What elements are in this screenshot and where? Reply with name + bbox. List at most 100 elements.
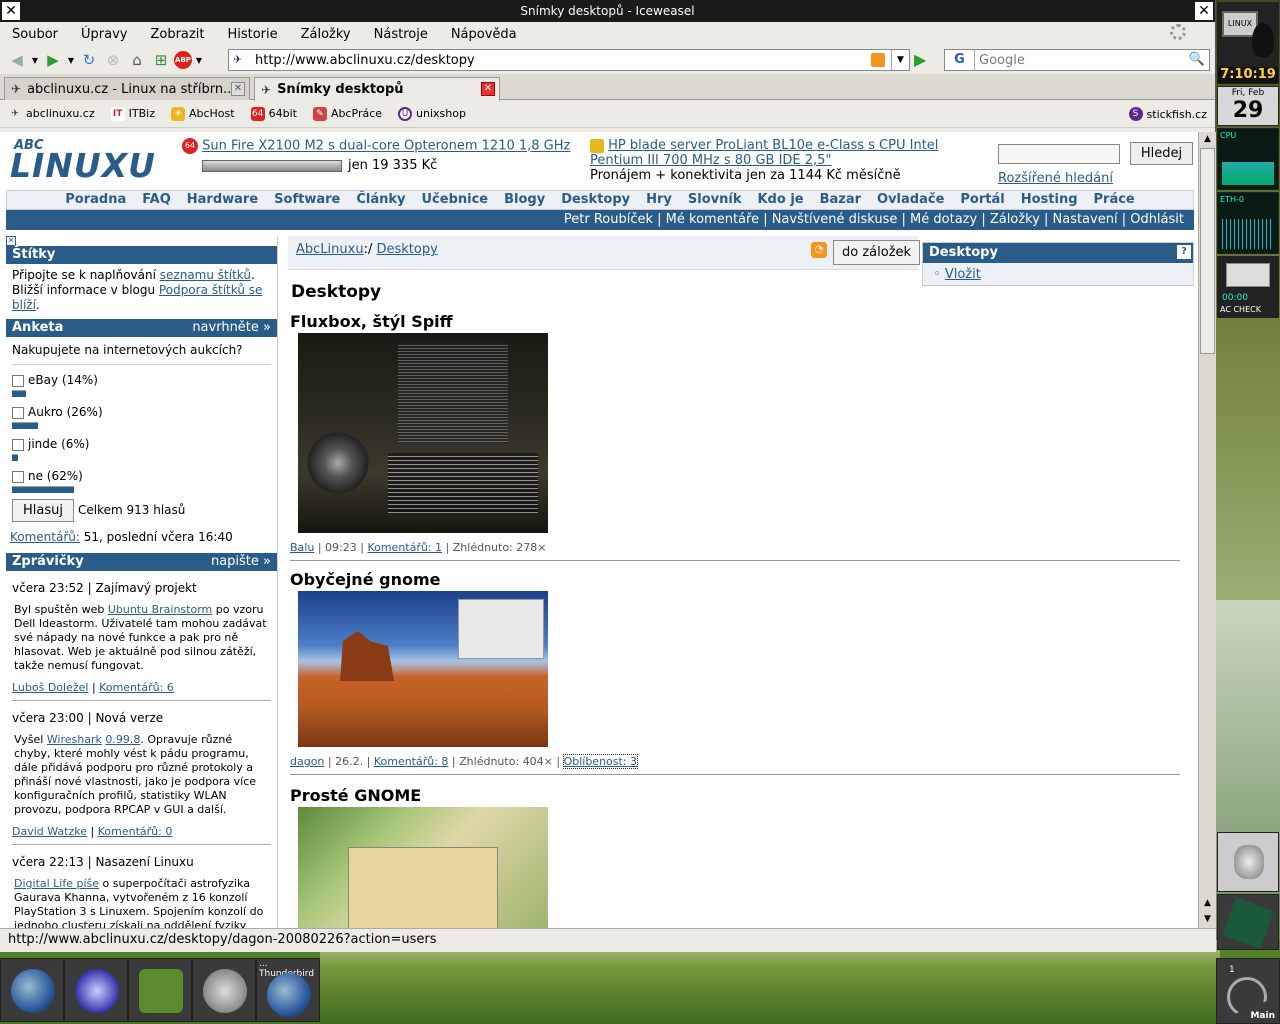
menu-upravy[interactable]: Úpravy — [81, 27, 127, 42]
nav-prace[interactable]: Práce — [1094, 191, 1135, 209]
calendar-dockapp[interactable]: Fri, Feb 29 — [1217, 86, 1279, 126]
add-bookmark-button[interactable]: do záložek — [833, 240, 921, 265]
poll-suggest-link[interactable]: navrhněte » — [192, 319, 271, 337]
rss-icon[interactable]: ◔ — [811, 242, 827, 258]
adblock-icon[interactable]: ABP — [174, 51, 192, 69]
gimp-launcher[interactable] — [128, 958, 192, 1022]
menu-zobrazit[interactable]: Zobrazit — [150, 27, 204, 42]
breadcrumb-current[interactable]: Desktopy — [376, 242, 437, 257]
scroll-up-icon[interactable]: ▲ — [1200, 896, 1215, 911]
tool-dockapp[interactable] — [1217, 894, 1279, 950]
news-link-version[interactable]: 0.99.8 — [105, 733, 140, 746]
nav-desktopy[interactable]: Desktopy — [561, 191, 630, 209]
advanced-search-link[interactable]: Rozšířené hledání — [998, 171, 1113, 186]
menu-napoveda[interactable]: Nápověda — [451, 27, 517, 42]
menu-zalozky[interactable]: Záložky — [301, 27, 351, 42]
nav-faq[interactable]: FAQ — [142, 191, 171, 209]
menu-nastroje[interactable]: Nástroje — [374, 27, 428, 42]
linux-dockapp[interactable]: LINUX — [1217, 2, 1279, 66]
news-author-link[interactable]: Luboš Doležel — [12, 681, 88, 694]
window-close-icon[interactable]: ✕ — [1195, 2, 1213, 20]
news-author-link[interactable]: David Watzke — [12, 825, 87, 838]
go-icon[interactable]: ▶ — [914, 50, 926, 69]
shot-thumbnail[interactable] — [298, 333, 548, 533]
search-engine-icon[interactable]: G — [945, 50, 975, 70]
shot-popularity-link[interactable]: Oblíbenost: 3 — [562, 754, 639, 769]
scrollbar-thumb[interactable] — [1200, 148, 1215, 354]
nav-poradna[interactable]: Poradna — [65, 191, 126, 209]
help-icon[interactable]: ? — [1177, 245, 1191, 259]
site-search-input[interactable] — [998, 143, 1120, 164]
back-history-icon[interactable]: ▼ — [30, 50, 40, 70]
vote-button[interactable]: Hlasuj — [12, 499, 74, 522]
bookmark-unixshop[interactable]: Uunixshop — [398, 106, 466, 121]
tab-snimky-desktopu[interactable]: ✈ Snímky desktopů ✕ — [254, 77, 500, 101]
poll-checkbox[interactable] — [12, 470, 24, 483]
nav-blogy[interactable]: Blogy — [504, 191, 545, 209]
poll-comments-link[interactable]: Komentářů: — [10, 530, 80, 544]
tags-list-link[interactable]: seznamu štítků — [160, 268, 251, 282]
bookmark-64bit[interactable]: 64 64bit — [250, 106, 297, 121]
shot-comments-link[interactable]: Komentářů: 8 — [374, 755, 449, 768]
url-bar[interactable]: ✈ http://www.abclinuxu.cz/desktopy ▼ — [228, 49, 910, 71]
ad-hp-blade-link[interactable]: HP blade server ProLiant BL10e e-Class s… — [590, 138, 938, 168]
tab-close-icon[interactable]: ✕ — [231, 82, 245, 96]
shot-author-link[interactable]: dagon — [290, 755, 324, 768]
news-link[interactable]: Ubuntu Brainstorm — [108, 603, 212, 616]
nav-hosting[interactable]: Hosting — [1021, 191, 1078, 209]
nav-portal[interactable]: Portál — [960, 191, 1004, 209]
search-placeholder[interactable]: Google — [979, 53, 1025, 68]
nav-ovladace[interactable]: Ovladače — [877, 191, 944, 209]
search-icon[interactable]: 🔍 — [1189, 52, 1205, 67]
search-box[interactable]: G Google 🔍 — [944, 49, 1210, 71]
scroll-up-icon[interactable]: ▲ — [1200, 132, 1215, 147]
sidebar-close-icon[interactable]: ✕ — [6, 236, 16, 246]
bookmark-abcprace[interactable]: ✎ AbcPráce — [312, 106, 382, 121]
site-search-button[interactable]: Hledej — [1129, 142, 1194, 165]
workspace-clip[interactable]: 1 Main — [1216, 958, 1280, 1024]
shot-comments-link[interactable]: Komentářů: 1 — [367, 541, 442, 554]
forward-history-icon[interactable]: ▼ — [66, 50, 76, 70]
poll-checkbox[interactable] — [12, 374, 24, 387]
shot-title[interactable]: Fluxbox, štýl Spiff — [290, 312, 1180, 331]
scroll-down-icon[interactable]: ▼ — [1200, 912, 1215, 927]
shot-thumbnail[interactable] — [298, 591, 548, 747]
battery-dockapp[interactable]: 00:00 AC CHECK — [1217, 256, 1279, 318]
rss-feed-icon[interactable] — [871, 53, 885, 67]
news-link[interactable]: Digital Life píše — [14, 877, 99, 890]
nav-slovnik[interactable]: Slovník — [688, 191, 742, 209]
home-icon[interactable]: ⌂ — [126, 50, 148, 70]
shot-thumbnail[interactable] — [298, 807, 548, 928]
news-comments-link[interactable]: Komentářů: 0 — [98, 825, 173, 838]
window-menu-icon[interactable]: ✕ — [2, 2, 20, 20]
bookmark-abclinuxu[interactable]: ✈ abclinuxu.cz — [8, 107, 94, 121]
poll-checkbox[interactable] — [12, 406, 24, 419]
nav-hry[interactable]: Hry — [646, 191, 672, 209]
stop-icon[interactable]: ⊗ — [102, 50, 124, 70]
site-logo[interactable]: ABC LINUXU — [10, 138, 155, 186]
nav-kdo-je[interactable]: Kdo je — [757, 191, 803, 209]
shot-author-link[interactable]: Balu — [290, 541, 314, 554]
bell-dockapp[interactable] — [1217, 832, 1279, 892]
bookmark-itbiz[interactable]: IT ITBiz — [110, 106, 155, 121]
tab-close-icon[interactable]: ✕ — [481, 82, 495, 96]
breadcrumb-root[interactable]: AbcLinuxu — [296, 242, 364, 257]
forward-icon[interactable]: ▶ — [42, 50, 64, 70]
shot-title[interactable]: Obyčejné gnome — [290, 570, 1180, 589]
add-desktop-link[interactable]: ◦ Vložit — [923, 263, 1193, 286]
mail-launcher[interactable] — [64, 958, 128, 1022]
nav-clanky[interactable]: Články — [356, 191, 405, 209]
bookmark-stickfish[interactable]: Sstickfish.cz — [1128, 107, 1207, 121]
news-link[interactable]: Wireshark — [47, 733, 102, 746]
thunderbird-app[interactable]: ... Thunderbird — [256, 958, 320, 1022]
nav-bazar[interactable]: Bazar — [820, 191, 861, 209]
vertical-scrollbar[interactable]: ▲ ▲ ▼ — [1198, 132, 1216, 928]
url-text[interactable]: http://www.abclinuxu.cz/desktopy — [255, 53, 475, 68]
news-write-link[interactable]: napište » — [211, 553, 271, 571]
back-icon[interactable]: ◀ — [6, 50, 28, 70]
nav-ucebnice[interactable]: Učebnice — [422, 191, 489, 209]
adblock-menu-icon[interactable]: ▼ — [194, 50, 204, 70]
menu-historie[interactable]: Historie — [227, 27, 277, 42]
title-bar[interactable]: Snímky desktopů - Iceweasel ✕ ✕ — [0, 0, 1215, 22]
gimp-app[interactable] — [192, 958, 256, 1022]
